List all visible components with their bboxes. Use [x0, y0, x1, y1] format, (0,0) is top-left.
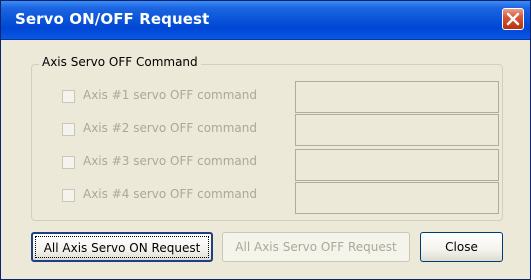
- close-button-label: Close: [445, 240, 478, 254]
- groupbox-legend: Axis Servo OFF Command: [39, 55, 201, 69]
- axis1-servo-off-label: Axis #1 servo OFF command: [83, 88, 257, 102]
- close-icon: [506, 12, 520, 26]
- window-title: Servo ON/OFF Request: [15, 10, 210, 28]
- axis1-servo-off-checkbox[interactable]: [62, 90, 75, 103]
- axis2-servo-off-label: Axis #2 servo OFF command: [83, 121, 257, 135]
- axis1-status-field: [295, 81, 499, 113]
- axis2-status-field: [295, 114, 499, 146]
- axis4-status-field: [295, 182, 499, 214]
- all-axis-servo-off-button[interactable]: All Axis Servo OFF Request: [222, 232, 410, 262]
- all-axis-servo-off-label: All Axis Servo OFF Request: [235, 240, 397, 254]
- title-bar[interactable]: Servo ON/OFF Request: [1, 1, 530, 40]
- all-axis-servo-on-button[interactable]: All Axis Servo ON Request: [31, 232, 213, 262]
- axis3-servo-off-checkbox[interactable]: [62, 156, 75, 169]
- window-close-button[interactable]: [502, 8, 524, 30]
- axis4-servo-off-checkbox[interactable]: [62, 189, 75, 202]
- axis4-servo-off-label: Axis #4 servo OFF command: [83, 187, 257, 201]
- focus-rect: [35, 236, 209, 258]
- close-button[interactable]: Close: [420, 232, 503, 262]
- dialog-window: Servo ON/OFF Request Axis Servo OFF Comm…: [0, 0, 531, 280]
- axis3-servo-off-label: Axis #3 servo OFF command: [83, 154, 257, 168]
- axis3-status-field: [295, 149, 499, 181]
- axis2-servo-off-checkbox[interactable]: [62, 123, 75, 136]
